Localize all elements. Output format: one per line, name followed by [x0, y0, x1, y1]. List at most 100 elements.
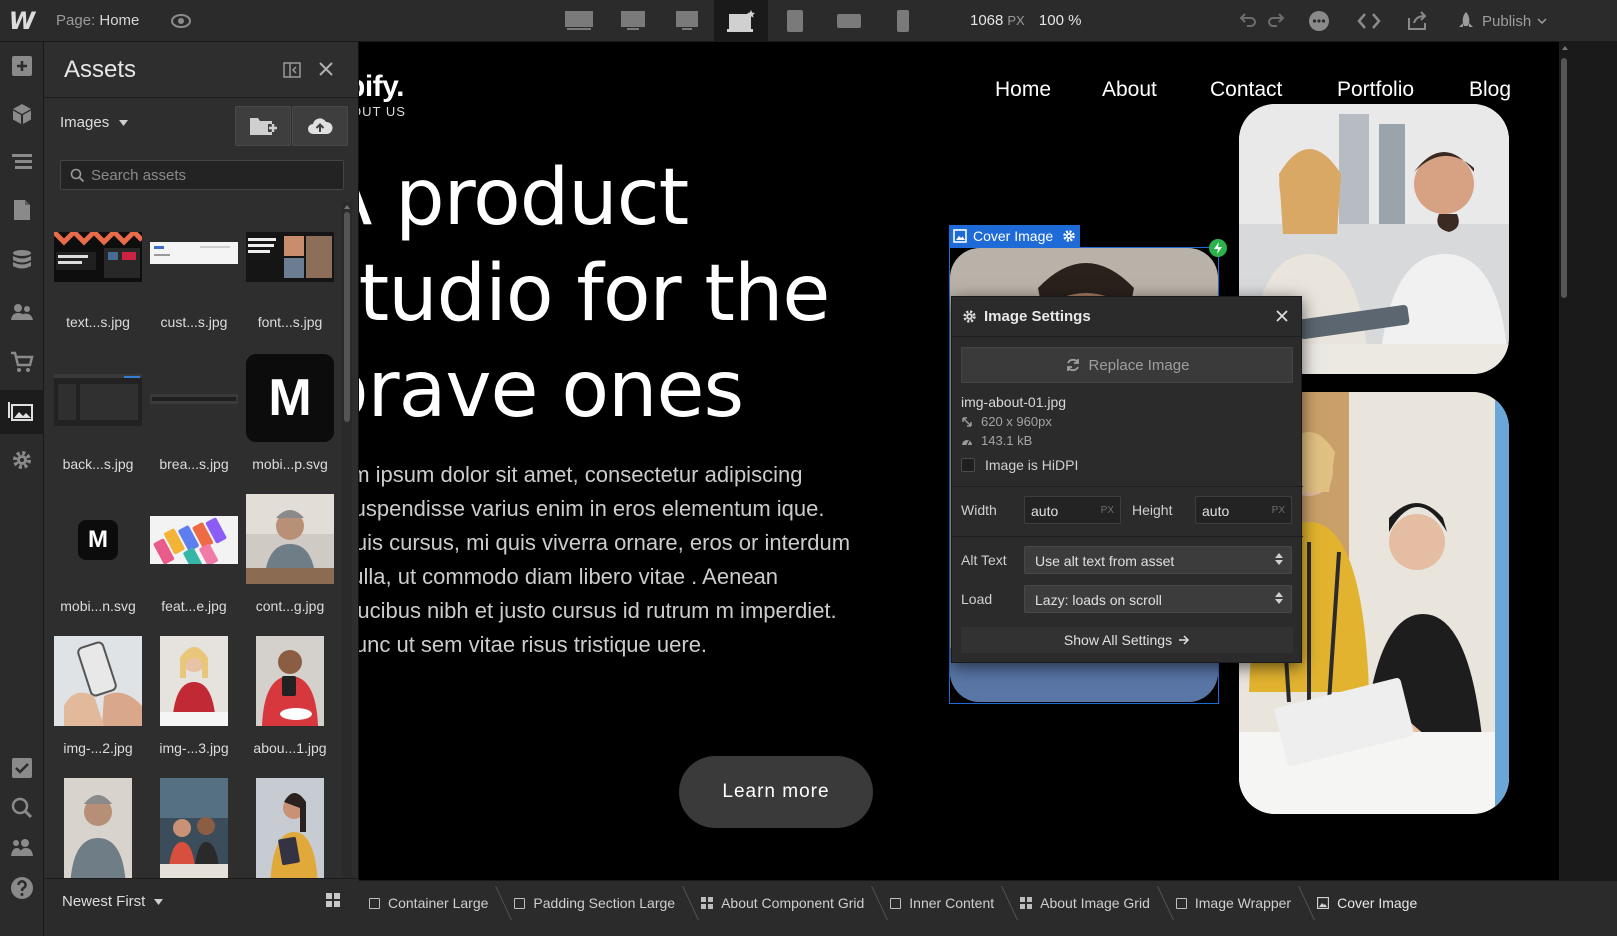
- asset-tile[interactable]: feat...e.jpg: [146, 486, 242, 628]
- breadcrumb-label: Container Large: [388, 895, 489, 911]
- more-options-icon[interactable]: [1308, 10, 1330, 32]
- asset-tile[interactable]: M mobi...p.svg: [242, 344, 338, 486]
- asset-thumbnail: M: [246, 354, 334, 442]
- dock-panel-icon[interactable]: [282, 60, 302, 80]
- assets-icon[interactable]: [0, 390, 44, 434]
- alt-text-select[interactable]: Use alt text from asset: [1024, 546, 1292, 574]
- width-unit[interactable]: PX: [1101, 505, 1114, 516]
- breadcrumb-inner-content[interactable]: Inner Content: [880, 888, 1010, 918]
- height-unit[interactable]: PX: [1272, 505, 1285, 516]
- breakpoint-desktop-base-icon[interactable]: [714, 0, 768, 42]
- width-field[interactable]: auto PX: [1024, 496, 1121, 524]
- asset-tile[interactable]: img-...3.jpg: [146, 628, 242, 770]
- hero-heading[interactable]: A product studio for the brave ones: [359, 150, 919, 438]
- breadcrumb-padding-section-large[interactable]: Padding Section Large: [504, 888, 691, 918]
- breakpoint-desktop-xxl-icon[interactable]: [552, 0, 606, 42]
- nav-link-portfolio[interactable]: Portfolio: [1337, 78, 1414, 102]
- asset-thumbnail: M: [78, 520, 118, 560]
- selected-element-label[interactable]: Cover Image: [949, 225, 1062, 247]
- webflow-logo[interactable]: W: [0, 0, 44, 42]
- asset-tile[interactable]: cont...g.jpg: [242, 486, 338, 628]
- nav-link-contact[interactable]: Contact: [1210, 78, 1282, 102]
- nav-link-home[interactable]: Home: [995, 78, 1051, 102]
- nav-link-blog[interactable]: Blog: [1469, 78, 1511, 102]
- breakpoint-desktop-xl-icon[interactable]: [606, 0, 660, 42]
- asset-tile[interactable]: img-...2.jpg: [50, 628, 146, 770]
- collaborators-icon[interactable]: [10, 836, 34, 860]
- refresh-icon: [1066, 358, 1079, 372]
- alt-text-label: Alt Text: [961, 552, 1007, 568]
- breakpoint-mobile-portrait-icon[interactable]: [876, 0, 930, 42]
- audit-checklist-icon[interactable]: [10, 756, 34, 780]
- box-icon: [890, 897, 902, 909]
- close-icon[interactable]: [1275, 309, 1289, 323]
- hidpi-toggle[interactable]: Image is HiDPI: [961, 457, 1078, 473]
- ecommerce-icon[interactable]: [10, 350, 34, 374]
- add-panel-icon[interactable]: [10, 54, 34, 78]
- nav-link-about[interactable]: About: [1102, 78, 1157, 102]
- breadcrumb-label: About Component Grid: [721, 895, 865, 911]
- navigator-icon[interactable]: [10, 150, 34, 174]
- asset-tile[interactable]: abou...1.jpg: [242, 628, 338, 770]
- grid-view-icon[interactable]: [326, 893, 340, 907]
- load-select[interactable]: Lazy: loads on scroll: [1024, 585, 1292, 613]
- asset-tile[interactable]: text...s.jpg: [50, 202, 146, 344]
- asset-tile[interactable]: back...s.jpg: [50, 344, 146, 486]
- breakpoint-mobile-landscape-icon[interactable]: [822, 0, 876, 42]
- canvas-scroll-thumb[interactable]: [1561, 58, 1567, 298]
- asset-thumbnail: [54, 374, 142, 426]
- image-settings-panel: Image Settings Replace Image img-about-0…: [951, 296, 1303, 663]
- search-assets-input[interactable]: [91, 161, 331, 189]
- help-icon[interactable]: [10, 876, 34, 900]
- settings-icon[interactable]: [10, 448, 34, 472]
- publish-button[interactable]: Publish: [1456, 0, 1547, 42]
- learn-more-button[interactable]: Learn more: [679, 756, 873, 828]
- export-icon[interactable]: [1406, 10, 1428, 32]
- height-field[interactable]: auto PX: [1195, 496, 1292, 524]
- breakpoint-desktop-large-icon[interactable]: [660, 0, 714, 42]
- page-selector[interactable]: Page: Home: [56, 12, 139, 29]
- hero-paragraph[interactable]: em ipsum dolor sit amet, consectetur adi…: [359, 458, 859, 662]
- code-icon[interactable]: [1356, 10, 1382, 32]
- asset-tile[interactable]: M mobi...n.svg: [50, 486, 146, 628]
- scroll-up-icon[interactable]: [342, 202, 352, 212]
- scroll-up-icon[interactable]: [1559, 42, 1571, 54]
- search-assets-field: [60, 160, 344, 190]
- pages-icon[interactable]: [10, 198, 34, 222]
- alt-text-value: Use alt text from asset: [1035, 553, 1175, 569]
- hidpi-checkbox[interactable]: [961, 458, 975, 472]
- breadcrumb-about-component-grid[interactable]: About Component Grid: [691, 888, 880, 918]
- replace-image-button[interactable]: Replace Image: [961, 347, 1293, 383]
- breadcrumb-container-large[interactable]: Container Large: [359, 888, 504, 918]
- site-brand[interactable]: bify.: [359, 70, 404, 104]
- components-icon[interactable]: [10, 102, 34, 126]
- search-icon[interactable]: [10, 796, 34, 820]
- asset-tile[interactable]: font...s.jpg: [242, 202, 338, 344]
- cms-icon[interactable]: [10, 248, 34, 272]
- breadcrumb-image-wrapper[interactable]: Image Wrapper: [1166, 888, 1307, 918]
- breadcrumb-about-image-grid[interactable]: About Image Grid: [1010, 888, 1166, 918]
- breadcrumb-cover-image[interactable]: Cover Image: [1307, 888, 1433, 918]
- asset-type-dropdown[interactable]: Images: [60, 114, 129, 131]
- show-all-settings-label: Show All Settings: [1063, 632, 1173, 648]
- asset-tile[interactable]: brea...s.jpg: [146, 344, 242, 486]
- new-folder-button[interactable]: [235, 106, 291, 146]
- undo-icon[interactable]: [1236, 10, 1258, 32]
- asset-type-label: Images: [60, 114, 110, 131]
- breakpoint-tablet-icon[interactable]: [768, 0, 822, 42]
- users-icon[interactable]: [10, 300, 34, 324]
- canvas-width-readout[interactable]: 1068 PX 100 %: [970, 12, 1081, 29]
- close-icon[interactable]: [316, 59, 336, 79]
- image-file-name: img-about-01.jpg: [961, 394, 1067, 410]
- lightning-bolt-icon[interactable]: [1209, 239, 1227, 257]
- show-all-settings-button[interactable]: Show All Settings: [961, 627, 1293, 653]
- assets-scroll-thumb[interactable]: [344, 212, 350, 422]
- divider: [952, 536, 1303, 537]
- element-settings-button[interactable]: [1058, 225, 1080, 247]
- breadcrumb-label: About Image Grid: [1040, 895, 1150, 911]
- redo-icon[interactable]: [1266, 10, 1288, 32]
- upload-button[interactable]: [292, 106, 348, 146]
- asset-tile[interactable]: cust...s.jpg: [146, 202, 242, 344]
- sort-dropdown[interactable]: Newest First: [62, 893, 163, 910]
- preview-eye-icon[interactable]: [170, 11, 192, 31]
